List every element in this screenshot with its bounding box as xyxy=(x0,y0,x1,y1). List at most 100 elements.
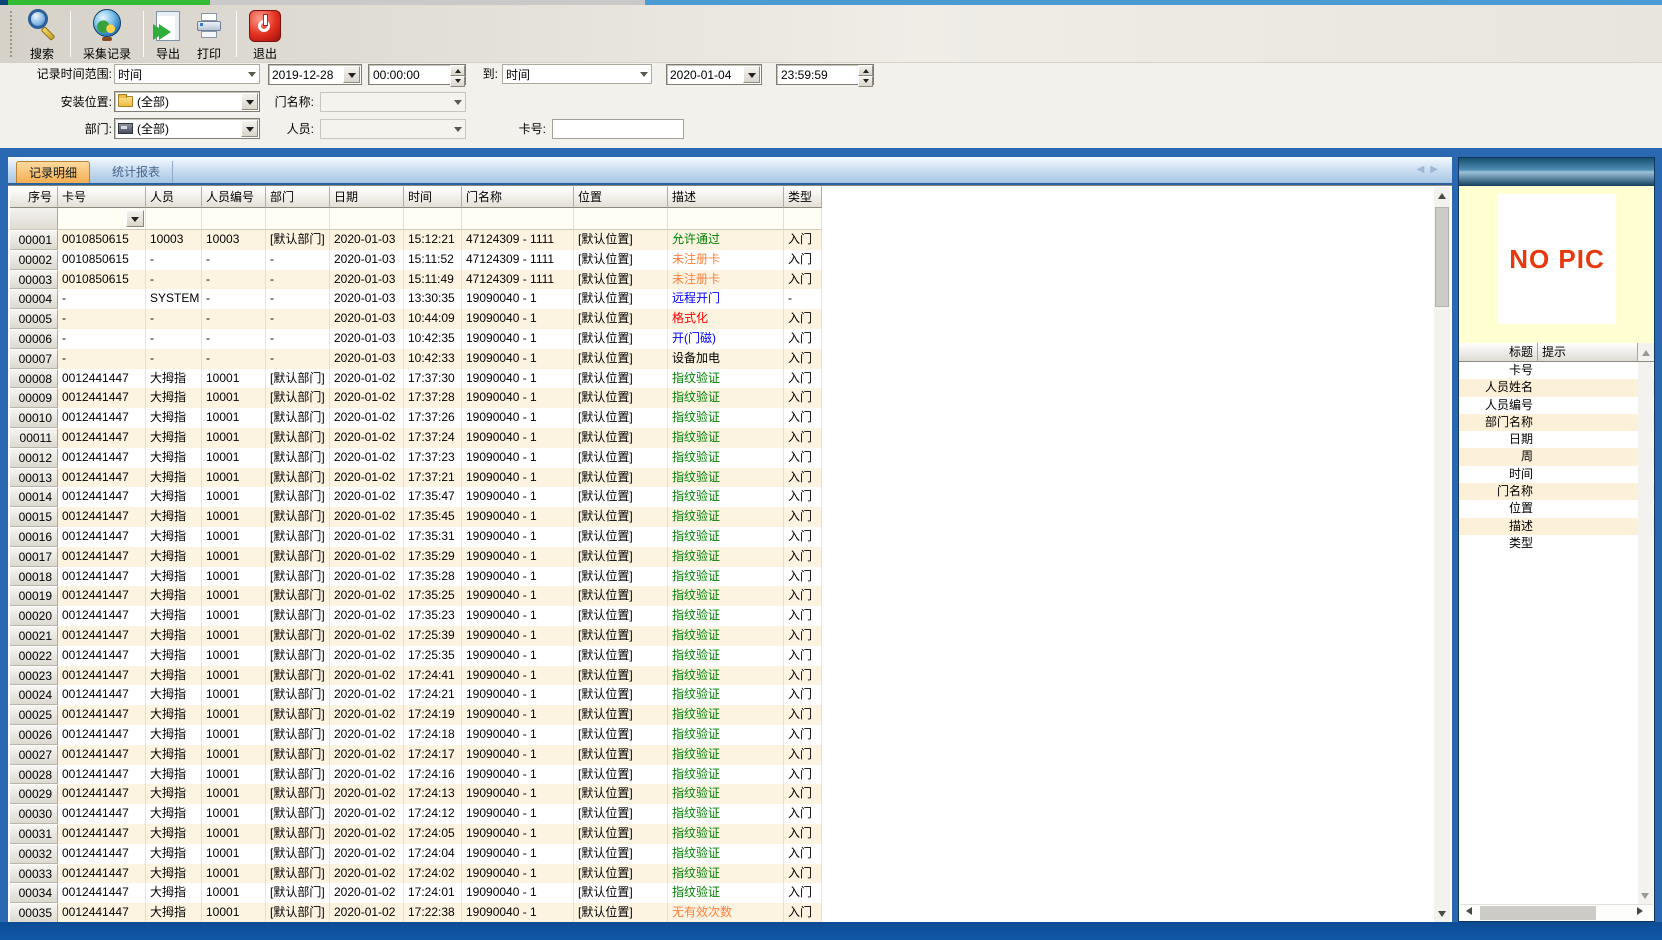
vertical-scrollbar[interactable] xyxy=(1434,187,1450,922)
tab-scroll-arrows[interactable]: ◀▶ xyxy=(1417,164,1444,175)
spin-up-button[interactable] xyxy=(858,65,873,76)
column-header-10[interactable]: 类型 xyxy=(784,186,822,208)
table-row[interactable]: 000200012441447大拇指10001[默认部门]2020-01-021… xyxy=(10,606,822,626)
table-row[interactable]: 000290012441447大拇指10001[默认部门]2020-01-021… xyxy=(10,784,822,804)
column-header-4[interactable]: 部门 xyxy=(266,186,330,208)
table-row[interactable]: 000100012441447大拇指10001[默认部门]2020-01-021… xyxy=(10,408,822,428)
department-combobox[interactable]: (全部) xyxy=(114,118,260,139)
toolbar-separator xyxy=(143,11,144,57)
table-row[interactable]: 000180012441447大拇指10001[默认部门]2020-01-021… xyxy=(10,567,822,587)
filter-cell-8[interactable] xyxy=(574,208,668,230)
filter-cell-6[interactable] xyxy=(404,208,462,230)
table-row[interactable]: 000150012441447大拇指10001[默认部门]2020-01-021… xyxy=(10,507,822,527)
table-row[interactable]: 000160012441447大拇指10001[默认部门]2020-01-021… xyxy=(10,527,822,547)
filter-cell-3[interactable] xyxy=(202,208,266,230)
detail-vertical-scrollbar[interactable] xyxy=(1638,362,1653,905)
filter-cell-7[interactable] xyxy=(462,208,574,230)
install-location-combobox[interactable]: (全部) xyxy=(114,91,260,112)
table-row[interactable]: 000130012441447大拇指10001[默认部门]2020-01-021… xyxy=(10,468,822,488)
time-from-spinner[interactable]: 00:00:00 xyxy=(368,64,466,85)
table-cell: 0010850615 xyxy=(58,230,146,250)
detail-horizontal-scrollbar[interactable] xyxy=(1460,904,1653,921)
table-row[interactable]: 000230012441447大拇指10001[默认部门]2020-01-021… xyxy=(10,666,822,686)
time-type-to-combobox[interactable]: 时间 xyxy=(502,64,652,84)
table-row[interactable]: 000250012441447大拇指10001[默认部门]2020-01-021… xyxy=(10,705,822,725)
table-row[interactable]: 000300012441447大拇指10001[默认部门]2020-01-021… xyxy=(10,804,822,824)
table-row[interactable]: 000330012441447大拇指10001[默认部门]2020-01-021… xyxy=(10,864,822,884)
filter-cell-10[interactable] xyxy=(784,208,822,230)
column-header-9[interactable]: 描述 xyxy=(668,186,784,208)
table-row[interactable]: 000170012441447大拇指10001[默认部门]2020-01-021… xyxy=(10,547,822,567)
time-to-spinner[interactable]: 23:59:59 xyxy=(776,64,874,85)
door-name-combobox[interactable] xyxy=(320,92,466,112)
search-button-label: 搜索 xyxy=(30,45,54,62)
table-row[interactable]: 000320012441447大拇指10001[默认部门]2020-01-021… xyxy=(10,844,822,864)
table-row[interactable]: 000190012441447大拇指10001[默认部门]2020-01-021… xyxy=(10,586,822,606)
date-to-picker[interactable]: 2020-01-04 xyxy=(666,64,762,85)
table-cell: [默认位置] xyxy=(574,844,668,864)
table-row[interactable]: 0000100108506151000310003[默认部门]2020-01-0… xyxy=(10,230,822,250)
toolbar-grip-handle[interactable] xyxy=(10,11,15,57)
card-filter-dropdown-button[interactable] xyxy=(126,210,144,227)
table-row[interactable]: 000270012441447大拇指10001[默认部门]2020-01-021… xyxy=(10,745,822,765)
filter-cell-2[interactable] xyxy=(146,208,202,230)
exit-button[interactable]: 退出 xyxy=(242,5,288,64)
table-row[interactable]: 000280012441447大拇指10001[默认部门]2020-01-021… xyxy=(10,765,822,785)
tab-statistics-report[interactable]: 统计报表 xyxy=(100,161,173,183)
tab-record-detail[interactable]: 记录明细 xyxy=(16,161,90,183)
table-row[interactable]: 000140012441447大拇指10001[默认部门]2020-01-021… xyxy=(10,487,822,507)
table-row[interactable]: 00007----2020-01-0310:42:3319090040 - 1[… xyxy=(10,349,822,369)
detail-scroll-up-button[interactable] xyxy=(1638,343,1654,362)
table-row[interactable]: 000240012441447大拇指10001[默认部门]2020-01-021… xyxy=(10,685,822,705)
print-button[interactable]: 打印 xyxy=(187,5,231,64)
column-header-3[interactable]: 人员编号 xyxy=(202,186,266,208)
column-header-6[interactable]: 时间 xyxy=(404,186,462,208)
table-row[interactable]: 000090012441447大拇指10001[默认部门]2020-01-021… xyxy=(10,388,822,408)
table-row[interactable]: 000260012441447大拇指10001[默认部门]2020-01-021… xyxy=(10,725,822,745)
column-header-0[interactable]: 序号 xyxy=(10,186,58,208)
filter-cell-9[interactable] xyxy=(668,208,784,230)
column-header-5[interactable]: 日期 xyxy=(330,186,404,208)
table-row[interactable]: 000350012441447大拇指10001[默认部门]2020-01-021… xyxy=(10,903,822,922)
filter-cell-1[interactable] xyxy=(58,208,146,230)
filter-cell-5[interactable] xyxy=(330,208,404,230)
scroll-down-button[interactable] xyxy=(1434,906,1450,922)
date-to-dropdown-button[interactable] xyxy=(743,66,760,83)
department-dropdown-button[interactable] xyxy=(241,120,258,137)
install-location-dropdown-button[interactable] xyxy=(241,93,258,110)
table-row[interactable]: 00005----2020-01-0310:44:0919090040 - 1[… xyxy=(10,309,822,329)
table-cell: 47124309 - 1111 xyxy=(462,230,574,250)
date-from-picker[interactable]: 2019-12-28 xyxy=(268,64,362,85)
collect-records-button[interactable]: 采集记录 xyxy=(76,5,138,64)
table-row[interactable]: 000210012441447大拇指10001[默认部门]2020-01-021… xyxy=(10,626,822,646)
table-row[interactable]: 00006----2020-01-0310:42:3519090040 - 1[… xyxy=(10,329,822,349)
export-button[interactable]: 导出 xyxy=(149,5,187,64)
time-type-from-combobox[interactable]: 时间 xyxy=(114,64,260,84)
card-number-input[interactable] xyxy=(552,119,684,139)
table-row[interactable]: 000030010850615---2020-01-0315:11:494712… xyxy=(10,270,822,290)
table-row[interactable]: 000080012441447大拇指10001[默认部门]2020-01-021… xyxy=(10,369,822,389)
table-row[interactable]: 000020010850615---2020-01-0315:11:524712… xyxy=(10,250,822,270)
person-combobox[interactable] xyxy=(320,119,466,139)
search-button[interactable]: 搜索 xyxy=(19,5,65,64)
table-cell: 19090040 - 1 xyxy=(462,547,574,567)
scrollbar-thumb[interactable] xyxy=(1435,207,1449,307)
scroll-up-button[interactable] xyxy=(1434,187,1450,203)
table-row[interactable]: 000220012441447大拇指10001[默认部门]2020-01-021… xyxy=(10,646,822,666)
table-cell: 15:12:21 xyxy=(404,230,462,250)
spin-up-button[interactable] xyxy=(450,65,465,76)
table-row[interactable]: 000110012441447大拇指10001[默认部门]2020-01-021… xyxy=(10,428,822,448)
column-header-1[interactable]: 卡号 xyxy=(58,186,146,208)
table-row[interactable]: 000120012441447大拇指10001[默认部门]2020-01-021… xyxy=(10,448,822,468)
horizontal-scrollbar-thumb[interactable] xyxy=(1480,906,1596,920)
filter-cell-4[interactable] xyxy=(266,208,330,230)
column-header-7[interactable]: 门名称 xyxy=(462,186,574,208)
spin-down-button[interactable] xyxy=(858,76,873,87)
table-row[interactable]: 000340012441447大拇指10001[默认部门]2020-01-021… xyxy=(10,883,822,903)
column-header-2[interactable]: 人员 xyxy=(146,186,202,208)
table-row[interactable]: 00004-SYSTEM--2020-01-0313:30:3519090040… xyxy=(10,289,822,309)
table-row[interactable]: 000310012441447大拇指10001[默认部门]2020-01-021… xyxy=(10,824,822,844)
date-from-dropdown-button[interactable] xyxy=(343,66,360,83)
column-header-8[interactable]: 位置 xyxy=(574,186,668,208)
spin-down-button[interactable] xyxy=(450,76,465,87)
